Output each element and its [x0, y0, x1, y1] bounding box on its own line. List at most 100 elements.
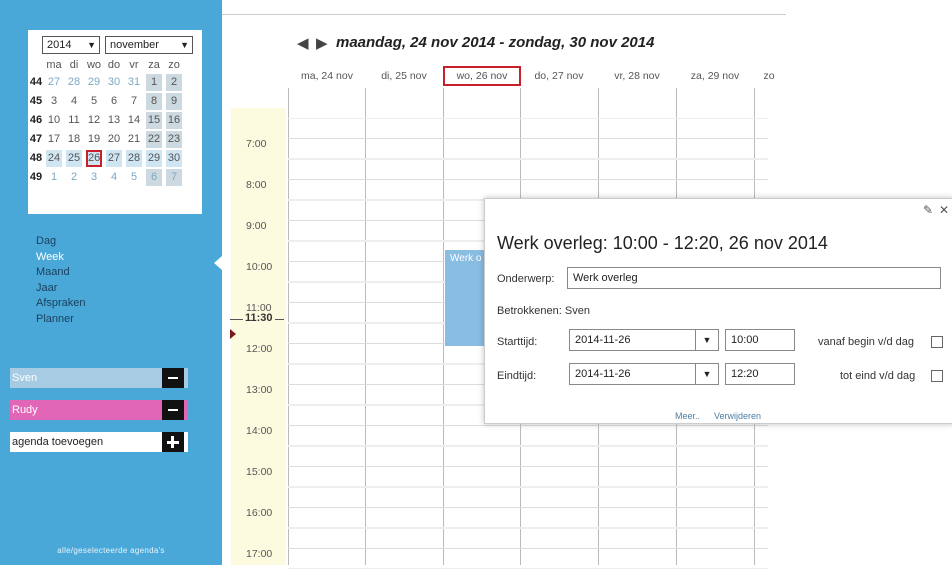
start-date-select[interactable]: 2014-11-26 ▼ — [569, 329, 719, 351]
agenda-name: Sven — [12, 372, 38, 384]
popup-title: Werk overleg: 10:00 - 12:20, 26 nov 2014 — [497, 233, 828, 253]
calendar-day[interactable]: 7 — [126, 93, 142, 110]
calendar-day[interactable]: 19 — [86, 131, 102, 148]
remove-agenda-sven-button[interactable] — [162, 368, 184, 388]
year-select[interactable]: 2014 ▼ — [42, 36, 100, 54]
prev-week-icon[interactable]: ◀ — [297, 34, 309, 52]
time-gutter — [231, 108, 286, 565]
calendar-day[interactable]: 6 — [106, 93, 122, 110]
subject-input[interactable]: Werk overleg — [567, 267, 941, 289]
close-icon[interactable]: ✕ — [939, 203, 949, 217]
nav-item-afspraken[interactable]: Afspraken — [36, 296, 86, 312]
calendar-day[interactable]: 12 — [86, 112, 102, 129]
grid-row-line — [288, 138, 768, 139]
calendar-day[interactable]: 29 — [86, 74, 102, 91]
next-week-icon[interactable]: ▶ — [316, 34, 328, 52]
day-header[interactable]: wo, 26 nov — [443, 66, 521, 86]
week-number[interactable]: 46 — [28, 112, 44, 129]
calendar-day[interactable]: 6 — [146, 169, 162, 186]
day-header[interactable]: di, 25 nov — [365, 66, 443, 86]
remove-agenda-rudy-button[interactable] — [162, 400, 184, 420]
calendar-day[interactable]: 14 — [126, 112, 142, 129]
day-header[interactable]: do, 27 nov — [520, 66, 598, 86]
week-number[interactable]: 45 — [28, 93, 44, 110]
calendar-day[interactable]: 2 — [66, 169, 82, 186]
end-label: Eindtijd: — [497, 370, 537, 382]
calendar-day[interactable]: 1 — [46, 169, 62, 186]
calendar-day[interactable]: 1 — [146, 74, 162, 91]
calendar-day[interactable]: 22 — [146, 131, 162, 148]
calendar-day[interactable]: 30 — [106, 74, 122, 91]
involved-label-text: Betrokkenen: — [497, 305, 562, 317]
end-date-select[interactable]: 2014-11-26 ▼ — [569, 363, 719, 385]
week-number[interactable]: 49 — [28, 169, 44, 186]
weekday-header: do — [107, 59, 121, 71]
calendar-day[interactable]: 11 — [66, 112, 82, 129]
calendar-day[interactable]: 28 — [126, 150, 142, 167]
current-time-label: 11:30 — [243, 312, 275, 324]
calendar-day[interactable]: 21 — [126, 131, 142, 148]
day-header[interactable]: za, 29 nov — [676, 66, 754, 86]
calendar-day[interactable]: 5 — [86, 93, 102, 110]
calendar-day[interactable]: 23 — [166, 131, 182, 148]
day-header[interactable]: ma, 24 nov — [288, 66, 366, 86]
calendar-day[interactable]: 16 — [166, 112, 182, 129]
day-header[interactable]: zo — [754, 66, 784, 86]
event-popup: ✎ ✕ Werk overleg: 10:00 - 12:20, 26 nov … — [484, 198, 952, 424]
agenda-filter-link[interactable]: alle/geselecteerde agenda's — [0, 546, 222, 555]
month-select-value: november — [110, 39, 159, 51]
calendar-day[interactable]: 20 — [106, 131, 122, 148]
week-number[interactable]: 47 — [28, 131, 44, 148]
calendar-day[interactable]: 17 — [46, 131, 62, 148]
calendar-day[interactable]: 10 — [46, 112, 62, 129]
calendar-day[interactable]: 3 — [86, 169, 102, 186]
week-number[interactable]: 44 — [28, 74, 44, 91]
calendar-day[interactable]: 24 — [46, 150, 62, 167]
more-link[interactable]: Meer.. — [675, 411, 700, 421]
calendar-day[interactable]: 27 — [106, 150, 122, 167]
calendar-day[interactable]: 29 — [146, 150, 162, 167]
month-select[interactable]: november ▼ — [105, 36, 193, 54]
hour-label: 12:00 — [246, 343, 273, 355]
calendar-day[interactable]: 5 — [126, 169, 142, 186]
to-end-checkbox[interactable] — [931, 370, 943, 382]
weekday-header: vr — [129, 59, 139, 71]
calendar-day[interactable]: 7 — [166, 169, 182, 186]
nav-item-maand[interactable]: Maand — [36, 265, 86, 281]
nav-item-planner[interactable]: Planner — [36, 312, 86, 328]
view-nav: Dag Week Maand Jaar Afspraken Planner — [36, 234, 86, 327]
grid-row-line — [288, 548, 768, 549]
add-agenda-button[interactable] — [162, 432, 184, 452]
involved-value: Sven — [564, 305, 590, 317]
calendar-day[interactable]: 4 — [106, 169, 122, 186]
calendar-day[interactable]: 3 — [46, 93, 62, 110]
day-header[interactable]: vr, 28 nov — [598, 66, 676, 86]
calendar-day[interactable]: 27 — [46, 74, 62, 91]
calendar-day[interactable]: 8 — [146, 93, 162, 110]
calendar-day[interactable]: 28 — [66, 74, 82, 91]
calendar-day[interactable]: 9 — [166, 93, 182, 110]
calendar-day[interactable]: 4 — [66, 93, 82, 110]
calendar-day[interactable]: 13 — [106, 112, 122, 129]
end-time-input[interactable]: 12:20 — [725, 363, 795, 385]
hour-label: 16:00 — [246, 507, 273, 519]
calendar-day[interactable]: 15 — [146, 112, 162, 129]
grid-row-line — [288, 446, 768, 447]
nav-item-dag[interactable]: Dag — [36, 234, 86, 250]
calendar-day[interactable]: 26 — [86, 150, 102, 167]
start-time-input[interactable]: 10:00 — [725, 329, 795, 351]
delete-link[interactable]: Verwijderen — [714, 411, 761, 421]
from-start-checkbox[interactable] — [931, 336, 943, 348]
hour-label: 13:00 — [246, 384, 273, 396]
chevron-down-icon: ▼ — [87, 40, 96, 50]
grid-row-line — [288, 159, 768, 160]
calendar-day[interactable]: 30 — [166, 150, 182, 167]
nav-item-jaar[interactable]: Jaar — [36, 281, 86, 297]
nav-item-week[interactable]: Week — [36, 250, 86, 266]
calendar-day[interactable]: 31 — [126, 74, 142, 91]
calendar-day[interactable]: 18 — [66, 131, 82, 148]
pin-icon[interactable]: ✎ — [923, 203, 933, 217]
week-number[interactable]: 48 — [28, 150, 44, 167]
calendar-day[interactable]: 2 — [166, 74, 182, 91]
calendar-day[interactable]: 25 — [66, 150, 82, 167]
